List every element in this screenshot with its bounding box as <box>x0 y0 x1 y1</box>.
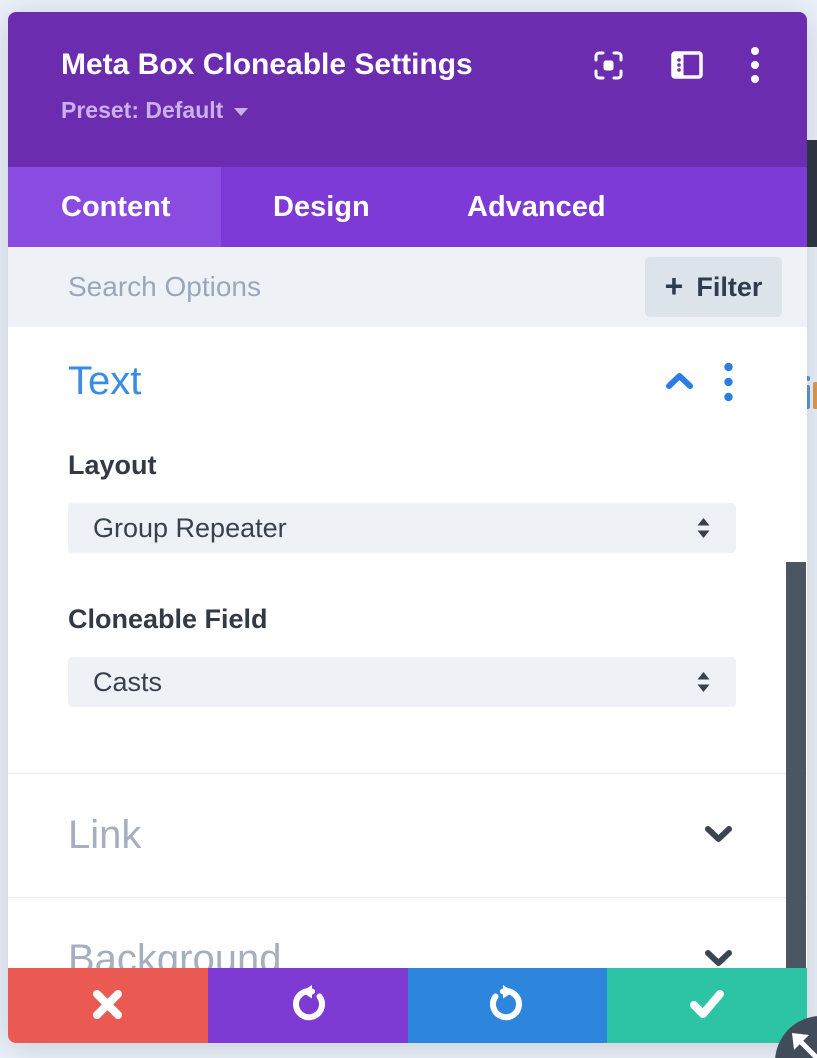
undo-button[interactable] <box>208 968 408 1043</box>
layout-select-value: Group Repeater <box>93 513 287 544</box>
preset-caret-icon <box>234 108 248 116</box>
field-label-cloneable-field: Cloneable Field <box>68 604 268 635</box>
more-options-icon[interactable] <box>750 46 760 84</box>
plus-icon: + <box>665 270 684 302</box>
arrow-up-left-icon <box>785 1026 817 1058</box>
section-header-text[interactable]: Text <box>68 359 733 404</box>
check-icon <box>688 988 726 1023</box>
module-settings-modal: Meta Box Cloneable Settings <box>8 12 807 1043</box>
search-options-input[interactable] <box>68 271 645 303</box>
collapse-chevron-up-icon[interactable] <box>665 371 694 392</box>
add-filter-button[interactable]: + Filter <box>645 257 782 317</box>
section-header-background[interactable]: Background <box>8 898 807 968</box>
tab-advanced[interactable]: Advanced <box>391 167 606 247</box>
discard-button[interactable] <box>8 968 208 1043</box>
preset-label: Preset: Default <box>61 97 223 124</box>
x-icon <box>91 988 124 1024</box>
tab-design[interactable]: Design <box>221 167 391 247</box>
section-title-background: Background <box>68 937 281 968</box>
modal-title: Meta Box Cloneable Settings <box>61 48 473 82</box>
section-title-link: Link <box>68 813 141 858</box>
redo-arrow-icon <box>487 984 527 1027</box>
preset-selector[interactable]: Preset: Default <box>61 97 760 124</box>
select-arrows-icon <box>696 516 711 540</box>
tab-content[interactable]: Content <box>8 167 221 247</box>
section-kebab-icon[interactable] <box>724 362 733 402</box>
cloneable-field-select-value: Casts <box>93 667 162 698</box>
expand-modal-icon[interactable] <box>593 50 624 81</box>
section-title-text: Text <box>68 359 141 404</box>
expand-chevron-down-icon <box>704 947 733 969</box>
field-label-layout: Layout <box>68 450 157 481</box>
modal-footer <box>8 968 807 1043</box>
modal-scrollbar-thumb[interactable] <box>786 562 806 968</box>
undo-arrow-icon <box>288 984 328 1027</box>
settings-tab-bar: Content Design Advanced <box>8 167 807 247</box>
snap-panel-icon[interactable] <box>671 51 703 79</box>
expand-chevron-down-icon <box>704 823 733 849</box>
builder-viewport: Meta Box Cloneable Settings <box>0 0 817 1058</box>
layout-select[interactable]: Group Repeater <box>68 503 736 553</box>
page-behind-dark-strip <box>807 140 817 247</box>
modal-header: Meta Box Cloneable Settings <box>8 12 807 167</box>
save-button[interactable] <box>607 968 807 1043</box>
cloneable-field-select[interactable]: Casts <box>68 657 736 707</box>
filter-button-label: Filter <box>696 272 762 303</box>
search-row: + Filter <box>8 247 807 327</box>
section-header-link[interactable]: Link <box>8 774 807 897</box>
select-arrows-icon <box>696 670 711 694</box>
redo-button[interactable] <box>408 968 608 1043</box>
settings-body: Text Layout <box>8 327 807 968</box>
